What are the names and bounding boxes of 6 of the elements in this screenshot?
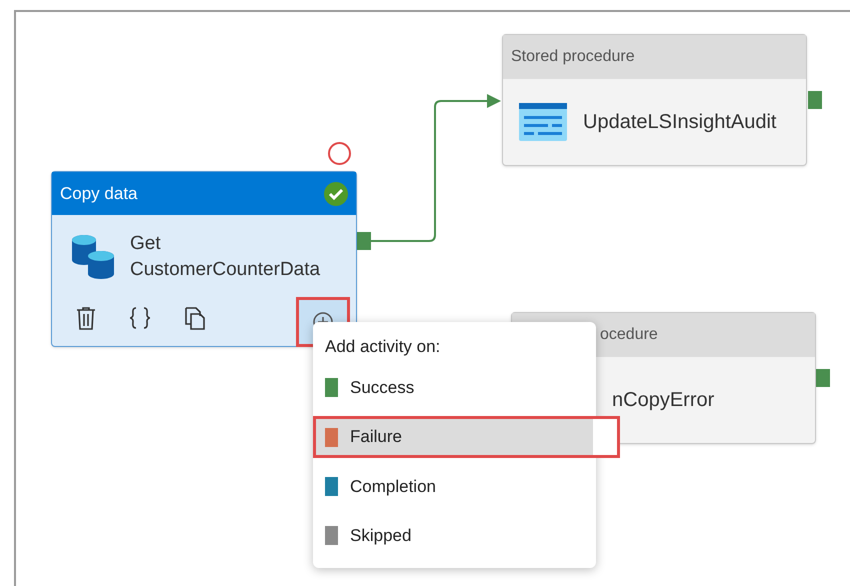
- activity-name: nCopyError: [612, 388, 714, 413]
- node-type-label: ocedure: [600, 325, 658, 345]
- node-type-label: Stored procedure: [511, 47, 635, 67]
- node-type-label: Copy data: [60, 182, 138, 205]
- activity-name: Get CustomerCounterData: [130, 232, 320, 282]
- activity-name: UpdateLSInsightAudit: [583, 110, 776, 135]
